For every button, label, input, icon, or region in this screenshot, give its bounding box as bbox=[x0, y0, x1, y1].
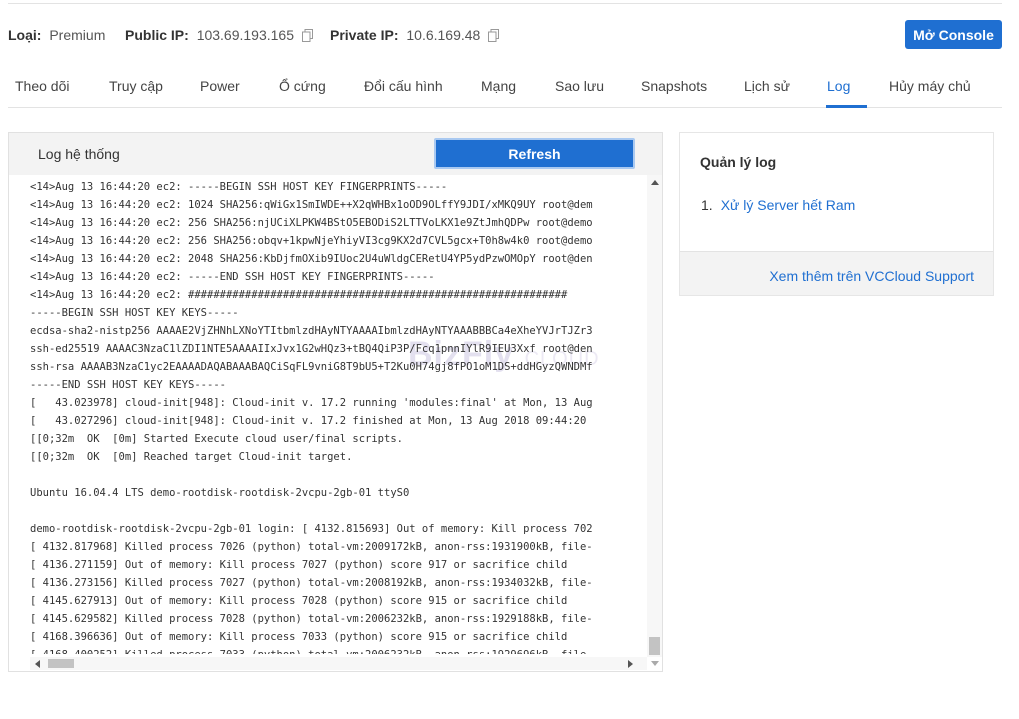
server-type: Loại: Premium bbox=[8, 27, 105, 43]
tab-doi-cau-hinh[interactable]: Đổi cấu hình bbox=[364, 78, 443, 94]
tab-sao-luu[interactable]: Sao lưu bbox=[555, 78, 604, 94]
log-text[interactable]: <14>Aug 13 16:44:20 ec2: -----BEGIN SSH … bbox=[30, 178, 625, 654]
list-item-number: 1. bbox=[701, 197, 713, 213]
horizontal-scrollbar[interactable] bbox=[30, 657, 647, 670]
log-line: <14>Aug 13 16:44:20 ec2: 256 SHA256:njUC… bbox=[30, 217, 593, 229]
arrow-down-icon[interactable] bbox=[651, 661, 659, 666]
log-line: [ 4168.400252] Killed process 7033 (pyth… bbox=[30, 646, 625, 654]
log-line: ssh-rsa AAAAB3NzaC1yc2EAAAADAQABAAABAQCi… bbox=[30, 361, 593, 373]
arrow-up-icon[interactable] bbox=[651, 180, 659, 185]
horizontal-scroll-thumb[interactable] bbox=[48, 659, 74, 668]
log-management-panel: Quản lý log 1. Xử lý Server hết Ram Xem t… bbox=[679, 132, 994, 296]
active-tab-indicator bbox=[826, 105, 867, 108]
log-line: [ 4145.629582] Killed process 7028 (pyth… bbox=[30, 613, 593, 625]
tab-huy-may-chu[interactable]: Hủy máy chủ bbox=[889, 78, 971, 94]
arrow-right-icon[interactable] bbox=[628, 660, 633, 668]
log-line: [ 4168.396636] Out of memory: Kill proce… bbox=[30, 631, 568, 643]
log-line: <14>Aug 13 16:44:20 ec2: 256 SHA256:obqv… bbox=[30, 235, 593, 247]
tab-truy-cap[interactable]: Truy cập bbox=[109, 78, 163, 94]
top-divider bbox=[8, 3, 1002, 4]
log-line: -----END SSH HOST KEY KEYS----- bbox=[30, 379, 226, 391]
log-line: [ 4145.627913] Out of memory: Kill proce… bbox=[30, 595, 568, 607]
log-line: <14>Aug 13 16:44:20 ec2: ###############… bbox=[30, 289, 568, 301]
vertical-scroll-thumb[interactable] bbox=[649, 637, 660, 655]
arrow-left-icon[interactable] bbox=[35, 660, 40, 668]
tab-theo-doi[interactable]: Theo dõi bbox=[15, 78, 69, 94]
log-management-title: Quản lý log bbox=[700, 154, 777, 170]
log-line: [ 4136.273156] Killed process 7027 (pyth… bbox=[30, 577, 593, 589]
list-item: 1. Xử lý Server hết Ram bbox=[701, 197, 855, 213]
log-line: Ubuntu 16.04.4 LTS demo-rootdisk-rootdis… bbox=[30, 487, 410, 499]
log-management-footer: Xem thêm trên VCCloud Support bbox=[680, 251, 993, 295]
log-line: demo-rootdisk-rootdisk-2vcpu-2gb-01 logi… bbox=[30, 523, 593, 535]
log-line: [[0;32m OK [0m] Started Execute cloud us… bbox=[30, 433, 403, 445]
tab-o-cung[interactable]: Ổ cứng bbox=[279, 78, 326, 94]
server-type-label: Loại: bbox=[8, 27, 42, 43]
log-line: [ 43.023978] cloud-init[948]: Cloud-init… bbox=[30, 397, 593, 409]
open-console-button[interactable]: Mở Console bbox=[905, 20, 1002, 49]
public-ip-value: 103.69.193.165 bbox=[196, 27, 295, 43]
log-line: -----BEGIN SSH HOST KEY KEYS----- bbox=[30, 307, 239, 319]
system-log-panel: Log hệ thống Refresh BizFly CLOUD <14>Au… bbox=[8, 132, 663, 672]
tab-snapshots[interactable]: Snapshots bbox=[641, 78, 707, 94]
private-ip-label: Private IP: bbox=[330, 27, 399, 43]
log-guide-list: 1. Xử lý Server hết Ram bbox=[701, 197, 855, 213]
log-line: [[0;32m OK [0m] Reached target Cloud-ini… bbox=[30, 451, 353, 463]
log-line: [ 4132.817968] Killed process 7026 (pyth… bbox=[30, 541, 593, 553]
support-link[interactable]: Xem thêm trên VCCloud Support bbox=[769, 268, 974, 284]
log-line: <14>Aug 13 16:44:20 ec2: 2048 SHA256:KbD… bbox=[30, 253, 593, 265]
public-ip: Public IP: 103.69.193.165 bbox=[125, 27, 313, 45]
log-line: <14>Aug 13 16:44:20 ec2: -----END SSH HO… bbox=[30, 271, 435, 283]
private-ip-value: 10.6.169.48 bbox=[406, 27, 481, 43]
log-panel-title: Log hệ thống bbox=[38, 146, 120, 162]
log-line: ssh-ed25519 AAAAC3NzaC1lZDI1NTE5AAAAIIxJ… bbox=[30, 343, 593, 355]
private-ip: Private IP: 10.6.169.48 bbox=[330, 27, 500, 45]
tab-lich-su[interactable]: Lịch sử bbox=[744, 78, 790, 94]
server-info-bar: Loại: Premium Public IP: 103.69.193.165 … bbox=[8, 20, 1002, 50]
tab-power[interactable]: Power bbox=[200, 78, 240, 94]
copy-icon[interactable] bbox=[488, 29, 500, 45]
log-line: <14>Aug 13 16:44:20 ec2: -----BEGIN SSH … bbox=[30, 181, 448, 193]
tab-log[interactable]: Log bbox=[827, 78, 850, 94]
log-line: [ 43.027296] cloud-init[948]: Cloud-init… bbox=[30, 415, 587, 427]
log-line: <14>Aug 13 16:44:20 ec2: 1024 SHA256:qWi… bbox=[30, 199, 593, 211]
copy-icon[interactable] bbox=[301, 29, 313, 45]
server-type-value: Premium bbox=[49, 27, 106, 43]
vertical-scrollbar[interactable] bbox=[647, 175, 662, 666]
log-line: [ 4136.271159] Out of memory: Kill proce… bbox=[30, 559, 568, 571]
tab-mang[interactable]: Mạng bbox=[481, 78, 516, 94]
public-ip-label: Public IP: bbox=[125, 27, 189, 43]
log-line: ecdsa-sha2-nistp256 AAAAE2VjZHNhLXNoYTIt… bbox=[30, 325, 593, 337]
guide-link-server-ram[interactable]: Xử lý Server hết Ram bbox=[721, 197, 856, 213]
server-tabs: Theo dõi Truy cập Power Ổ cứng Đổi cấu h… bbox=[8, 66, 1002, 108]
log-output[interactable]: BizFly CLOUD <14>Aug 13 16:44:20 ec2: --… bbox=[10, 175, 662, 671]
log-panel-header: Log hệ thống Refresh bbox=[9, 133, 662, 175]
refresh-button[interactable]: Refresh bbox=[434, 138, 635, 169]
